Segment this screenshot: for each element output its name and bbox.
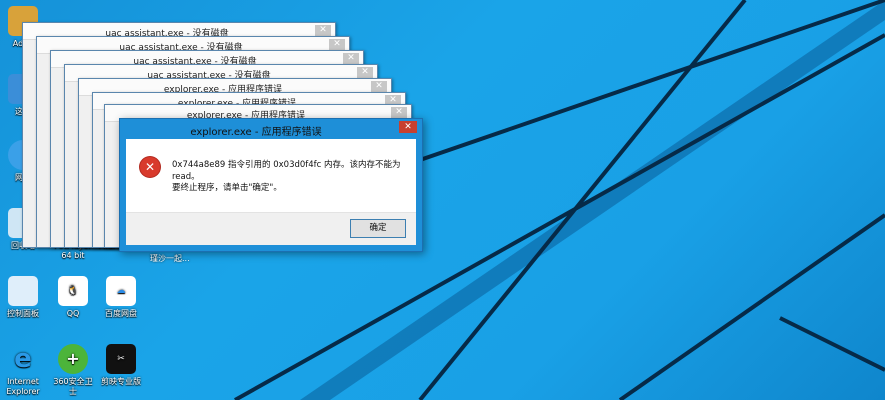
error-icon: ✕	[140, 157, 160, 177]
error-message-line2: 要终止程序，请单击"确定"。	[172, 183, 282, 193]
desktop-icon-control-panel[interactable]: 控制面板	[0, 276, 46, 319]
jianying-icon: ✂	[106, 344, 136, 374]
close-icon[interactable]: ✕	[343, 53, 359, 64]
desktop-icon-ie[interactable]: e Internet Explorer	[0, 344, 46, 397]
360-icon: +	[58, 344, 88, 374]
error-dialog[interactable]: explorer.exe - 应用程序错误 ✕ ✕ 0x744a8e89 指令引…	[119, 118, 423, 252]
ie-icon: e	[14, 344, 32, 374]
qq-icon: 🐧	[58, 276, 88, 306]
error-dialog-title: explorer.exe - 应用程序错误	[190, 127, 322, 138]
control-panel-icon	[8, 276, 38, 306]
error-dialog-body: ✕ 0x744a8e89 指令引用的 0x03d0f4fc 内存。该内存不能为r…	[126, 139, 416, 245]
error-dialog-titlebar[interactable]: explorer.exe - 应用程序错误 ✕	[120, 119, 422, 139]
error-message-line1: 0x744a8e89 指令引用的 0x03d0f4fc 内存。该内存不能为rea…	[172, 160, 401, 182]
close-icon[interactable]: ✕	[399, 121, 417, 133]
desktop-icon-360[interactable]: + 360安全卫士	[50, 344, 96, 397]
baidu-netdisk-icon: ☁	[106, 276, 136, 306]
desktop-icon-baidu-netdisk[interactable]: ☁ 百度网盘	[98, 276, 144, 319]
close-icon[interactable]: ✕	[315, 25, 331, 36]
error-dialog-footer: 确定	[126, 212, 416, 245]
close-icon[interactable]: ✕	[357, 67, 373, 78]
desktop-icon-qq[interactable]: 🐧 QQ	[50, 276, 96, 319]
close-icon[interactable]: ✕	[329, 39, 345, 50]
close-icon[interactable]: ✕	[391, 107, 407, 118]
desktop-icon-jianying[interactable]: ✂ 剪映专业版	[98, 344, 144, 387]
ok-button[interactable]: 确定	[350, 219, 406, 238]
close-icon[interactable]: ✕	[371, 81, 387, 92]
desktop-label-stray: 瑾沙一起...	[150, 254, 190, 263]
